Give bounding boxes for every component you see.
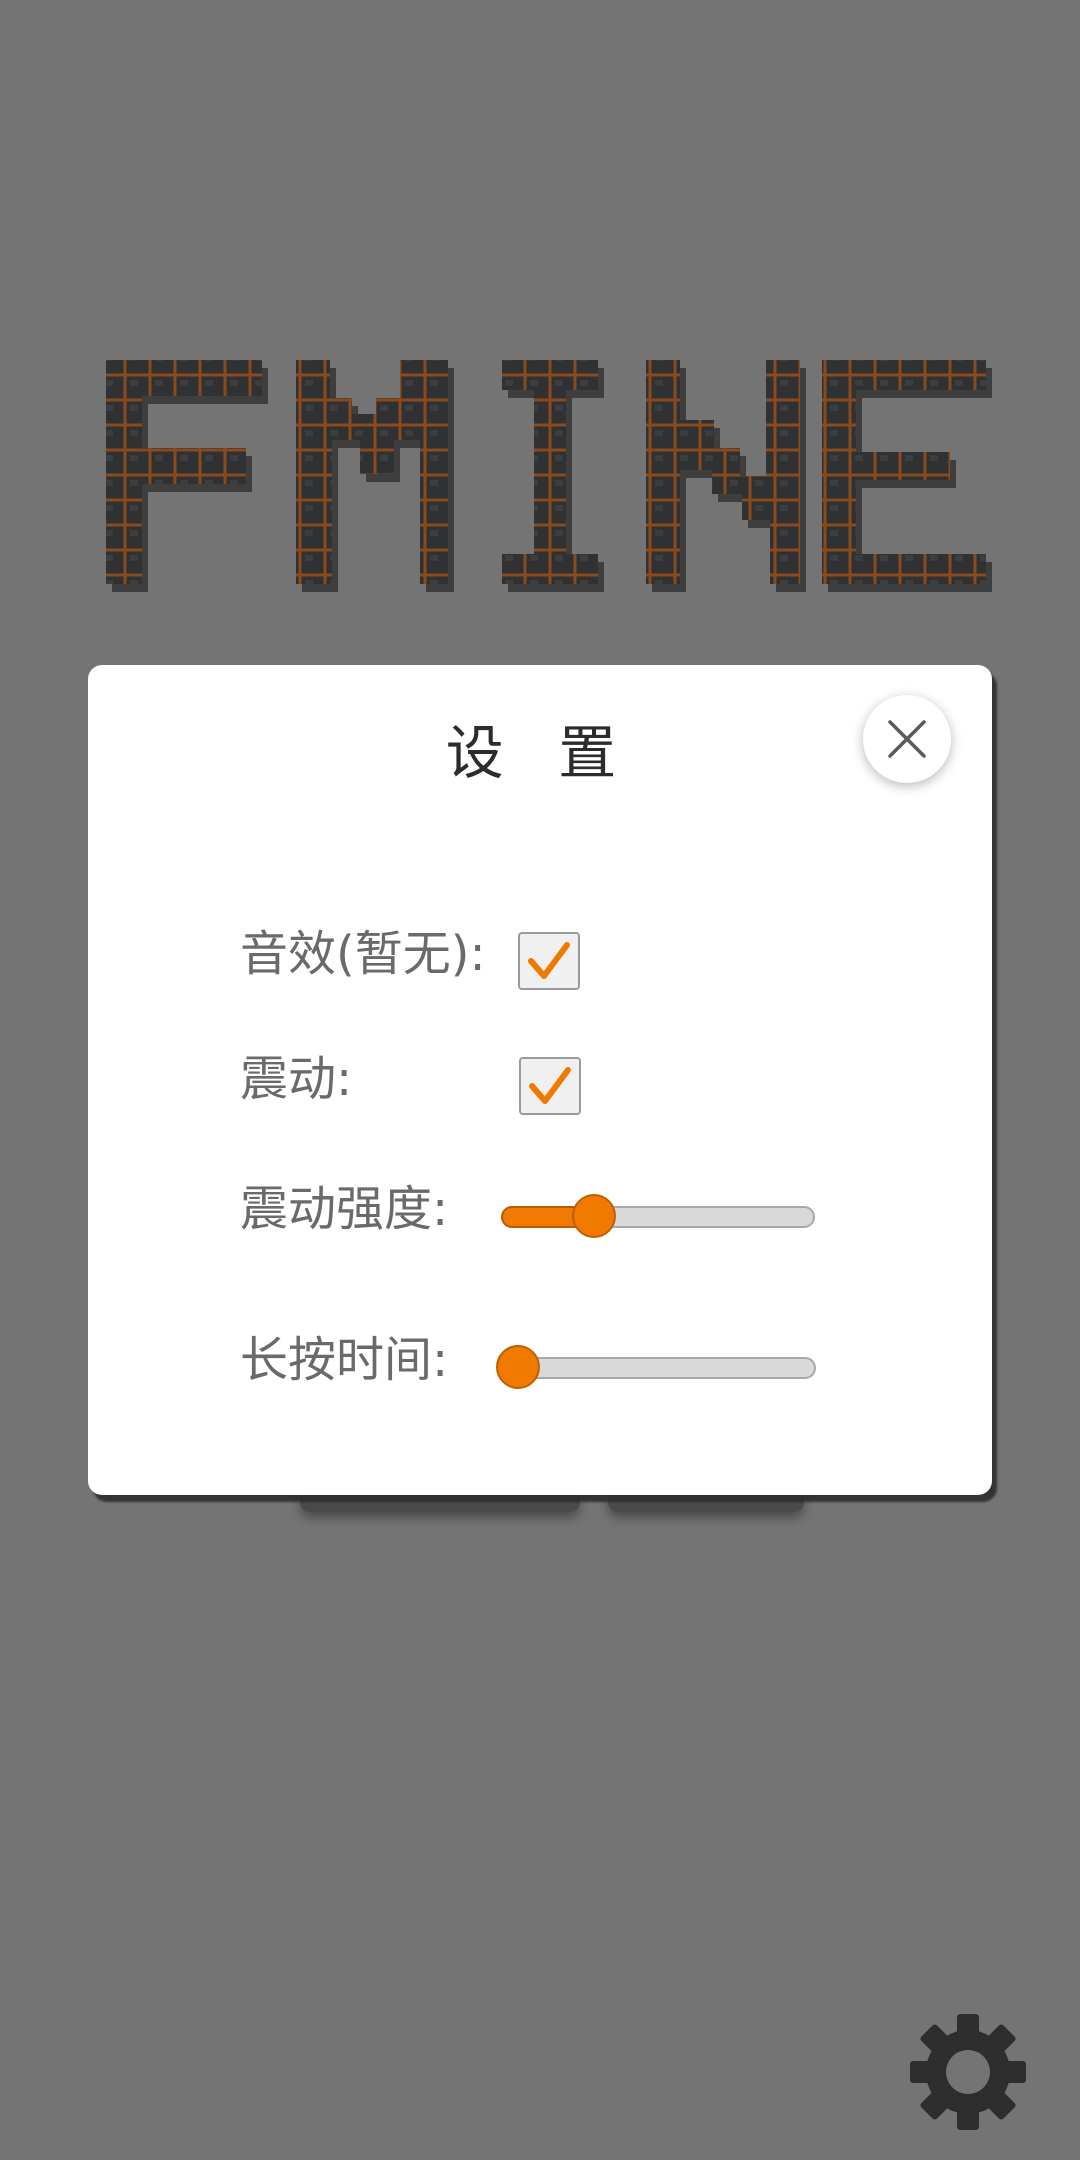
slider-track	[500, 1357, 816, 1379]
slider-thumb[interactable]	[572, 1194, 617, 1238]
close-button[interactable]	[863, 695, 951, 783]
fmine-pixel-logo	[106, 360, 992, 592]
gear-icon	[910, 2014, 1026, 2130]
slider-thumb[interactable]	[496, 1345, 540, 1389]
sound-label: 音效(暂无):	[240, 926, 486, 982]
vibration-strength-label: 震动强度:	[240, 1181, 449, 1237]
long-press-time-label: 长按时间:	[240, 1332, 449, 1388]
settings-button[interactable]	[908, 2012, 1028, 2132]
long-press-time-slider[interactable]	[496, 1345, 816, 1389]
sound-checkbox[interactable]	[518, 932, 580, 990]
checkmark-icon	[528, 942, 570, 979]
vibration-label: 震动:	[240, 1051, 353, 1107]
vibration-strength-slider[interactable]	[501, 1194, 815, 1238]
dialog-title: 设 置	[445, 719, 635, 787]
app-logo	[0, 0, 1080, 700]
settings-dialog: 设 置 音效(暂无): 震动: 震动强度: 长按时间:	[88, 665, 992, 1495]
vibration-checkbox[interactable]	[519, 1057, 581, 1115]
close-icon	[888, 720, 926, 758]
checkmark-icon	[529, 1067, 571, 1104]
